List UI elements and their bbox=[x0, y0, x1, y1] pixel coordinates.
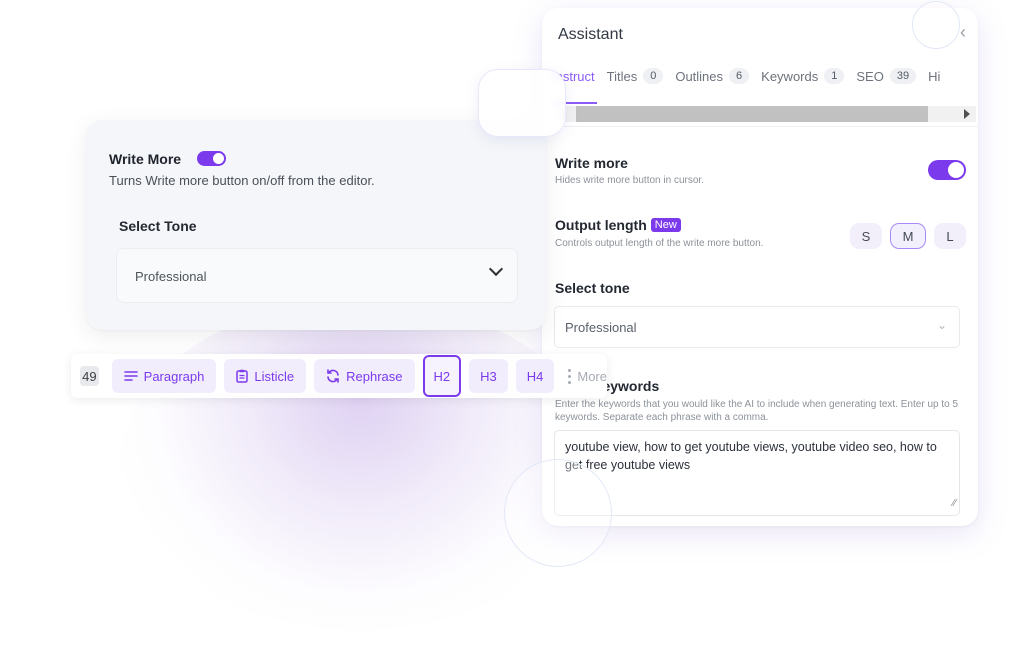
lines-icon bbox=[123, 371, 138, 381]
tab-bar: Instruct Titles 0 Outlines 6 Keywords 1 SEO… bbox=[552, 68, 952, 84]
tab-label: Hi bbox=[928, 68, 941, 84]
write-more-title: Write more bbox=[555, 155, 628, 171]
background-glow bbox=[120, 300, 600, 630]
card-tone-select[interactable]: Professional bbox=[116, 248, 518, 303]
select-tone-title: Select tone bbox=[555, 280, 630, 296]
horizontal-scrollbar[interactable] bbox=[556, 106, 976, 122]
card-tone-value: Professional bbox=[135, 269, 207, 284]
write-more-toggle[interactable] bbox=[928, 160, 966, 180]
formatting-toolbar: 49 Paragraph Listicle Rephrase H2 H3 H4 … bbox=[71, 354, 607, 398]
tone-select-value: Professional bbox=[565, 320, 637, 335]
h4-button[interactable]: H4 bbox=[515, 359, 555, 393]
h3-button[interactable]: H3 bbox=[469, 359, 508, 393]
tab-count: 0 bbox=[643, 68, 664, 84]
card-write-more-toggle[interactable] bbox=[197, 151, 226, 166]
button-label: Listicle bbox=[254, 368, 295, 384]
chevron-down-icon: ⌄ bbox=[936, 318, 947, 332]
keywords-textarea[interactable]: youtube view, how to get youtube views, … bbox=[554, 430, 960, 516]
more-label: More bbox=[577, 368, 607, 384]
output-length-label: Output length bbox=[555, 217, 647, 233]
h2-button[interactable]: H2 bbox=[422, 355, 462, 397]
size-l-button[interactable]: L bbox=[934, 223, 966, 249]
keywords-value: youtube view, how to get youtube views, … bbox=[565, 440, 937, 472]
tab-history[interactable]: Hi bbox=[928, 69, 940, 84]
size-m-button[interactable]: M bbox=[890, 223, 926, 249]
size-s-button[interactable]: S bbox=[850, 223, 882, 249]
divider bbox=[542, 126, 978, 127]
chevron-down-icon bbox=[488, 261, 504, 277]
tab-count: 39 bbox=[889, 68, 917, 84]
output-length-options: S M L bbox=[850, 223, 966, 249]
tab-count: 1 bbox=[824, 68, 845, 84]
resize-handle-icon[interactable]: ∕∕ bbox=[953, 495, 956, 513]
tone-select[interactable]: Professional ⌄ bbox=[554, 306, 960, 348]
scroll-right-arrow-icon[interactable] bbox=[964, 109, 970, 119]
output-length-title: Output length New bbox=[555, 217, 681, 233]
clipboard-list-icon bbox=[236, 369, 249, 383]
rephrase-button[interactable]: Rephrase bbox=[314, 359, 415, 393]
card-write-more-subtitle: Turns Write more button on/off from the … bbox=[109, 173, 375, 188]
listicle-button[interactable]: Listicle bbox=[224, 359, 307, 393]
write-more-card: Write More Turns Write more button on/of… bbox=[86, 120, 546, 330]
kebab-icon bbox=[568, 368, 572, 384]
more-button[interactable]: More bbox=[568, 368, 607, 384]
paragraph-button[interactable]: Paragraph bbox=[111, 359, 217, 393]
card-select-tone-label: Select Tone bbox=[119, 218, 197, 234]
tab-label: Titles bbox=[606, 68, 638, 84]
tab-label: SEO bbox=[856, 68, 884, 84]
assistant-panel: Assistant ‹ Instruct Titles 0 Outlines 6 K… bbox=[542, 8, 978, 526]
tab-outlines[interactable]: Outlines 6 bbox=[675, 68, 750, 84]
tab-label: Keywords bbox=[761, 68, 819, 84]
panel-title: Assistant bbox=[558, 26, 623, 43]
toggle-knob bbox=[213, 153, 224, 164]
button-label: Rephrase bbox=[346, 368, 403, 384]
tab-label: Outlines bbox=[675, 68, 724, 84]
output-length-subtitle: Controls output length of the write more… bbox=[555, 238, 764, 249]
toggle-knob bbox=[948, 162, 964, 178]
refresh-icon bbox=[327, 369, 339, 383]
new-badge: New bbox=[650, 218, 681, 232]
word-count-badge: 49 bbox=[80, 366, 99, 386]
tab-titles[interactable]: Titles 0 bbox=[607, 68, 664, 84]
decorative-glass-circle bbox=[912, 1, 960, 49]
scrollbar-thumb[interactable] bbox=[576, 106, 928, 122]
tab-count: 6 bbox=[729, 68, 750, 84]
decorative-glass-circle bbox=[504, 459, 612, 567]
card-write-more-title: Write More bbox=[109, 151, 182, 167]
keywords-description: Enter the keywords that you would like t… bbox=[555, 399, 959, 423]
decorative-glass-square bbox=[478, 69, 566, 137]
tab-keywords[interactable]: Keywords 1 bbox=[761, 68, 845, 84]
write-more-subtitle: Hides write more button in cursor. bbox=[555, 175, 704, 186]
button-label: Paragraph bbox=[143, 368, 205, 384]
tab-seo[interactable]: SEO 39 bbox=[856, 68, 917, 84]
collapse-chevron-icon[interactable]: ‹ bbox=[960, 22, 966, 43]
